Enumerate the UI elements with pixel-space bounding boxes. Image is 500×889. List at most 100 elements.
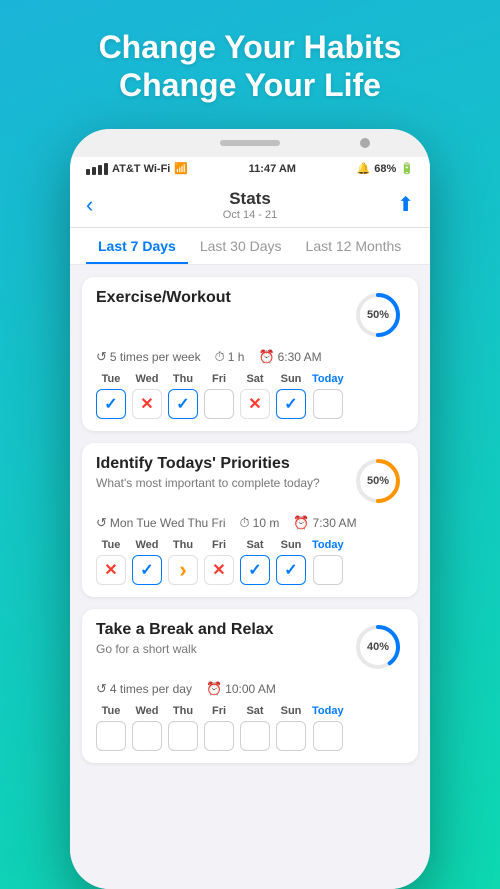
day-check-2-4[interactable] [240,721,270,751]
day-check-2-5[interactable] [276,721,306,751]
day-label-0-2: Thu [173,373,193,385]
day-col-2-3: Fri [204,705,234,751]
meta-item-2-0: ↺4 times per day [96,681,192,697]
meta-text-0-2: 6:30 AM [278,350,322,364]
day-check-0-6[interactable] [313,389,343,419]
meta-text-0-1: 1 h [228,350,245,364]
donut-label-2: 40% [367,641,389,653]
tab-last-30-days[interactable]: Last 30 Days [188,228,294,264]
status-bar: AT&T Wi-Fi 📶 11:47 AM 🔔 68% 🔋 [70,157,430,181]
day-check-0-2[interactable]: ✓ [168,389,198,419]
day-check-0-3[interactable] [204,389,234,419]
phone-top-bar [70,129,430,157]
days-row-1: Tue✕Wed✓Thu›Fri✕Sat✓Sun✓Today [96,539,404,585]
day-label-0-6: Today [312,373,344,385]
day-check-1-1[interactable]: ✓ [132,555,162,585]
meta-text-2-1: 10:00 AM [225,682,276,696]
tabs-row: Last 7 DaysLast 30 DaysLast 12 Months [70,228,430,265]
day-label-0-1: Wed [135,373,158,385]
nav-title-sub: Oct 14 - 21 [223,209,277,221]
nav-title-block: Stats Oct 14 - 21 [223,189,277,221]
day-col-0-4: Sat ✕ [240,373,270,419]
day-label-2-4: Sat [246,705,263,717]
meta-item-0-1: ⏱1 h [215,349,245,365]
day-col-2-2: Thu [168,705,198,751]
day-check-2-1[interactable] [132,721,162,751]
meta-text-1-0: Mon Tue Wed Thu Fri [110,516,226,530]
habit-title-0: Exercise/Workout [96,289,231,307]
day-check-2-6[interactable] [313,721,343,751]
day-check-1-3[interactable]: ✕ [204,555,234,585]
back-button[interactable]: ‹ [86,192,116,218]
tab-last-7-days[interactable]: Last 7 Days [86,228,188,264]
day-check-0-1[interactable]: ✕ [132,389,162,419]
habit-header-0: Exercise/Workout 50% [96,289,404,341]
day-label-0-3: Fri [212,373,226,385]
meta-item-0-2: ⏰6:30 AM [258,349,321,365]
habit-card-0: Exercise/Workout 50% ↺5 times per week ⏱1… [82,277,418,431]
day-col-2-0: Tue [96,705,126,751]
habit-donut-2: 40% [352,621,404,673]
hero-section: Change Your Habits Change Your Life [99,0,402,129]
donut-label-0: 50% [367,309,389,321]
meta-text-1-2: 7:30 AM [313,516,357,530]
phone-speaker [220,140,280,146]
habit-donut-1: 50% [352,455,404,507]
day-label-0-4: Sat [246,373,263,385]
day-col-1-1: Wed ✓ [132,539,162,585]
alarm-icon: 🔔 [357,162,371,175]
habit-card-1: Identify Todays' PrioritiesWhat's most i… [82,443,418,597]
day-col-2-1: Wed [132,705,162,751]
content-area: Exercise/Workout 50% ↺5 times per week⏱1… [70,265,430,889]
day-check-1-6[interactable] [313,555,343,585]
day-col-1-4: Sat✓ [240,539,270,585]
day-check-2-2[interactable] [168,721,198,751]
day-label-2-1: Wed [135,705,158,717]
meta-item-2-1: ⏰10:00 AM [206,681,276,697]
days-row-0: Tue ✓ Wed ✕ Thu ✓ Fri Sat ✕ Sun ✓ Today [96,373,404,419]
day-check-0-4[interactable]: ✕ [240,389,270,419]
day-check-1-2[interactable]: › [168,555,198,585]
habit-title-1: Identify Todays' Priorities [96,455,320,473]
habit-donut-0: 50% [352,289,404,341]
day-label-2-2: Thu [173,705,193,717]
tab-last-12-months[interactable]: Last 12 Months [294,228,414,264]
habit-title-2: Take a Break and Relax [96,621,274,639]
day-check-1-4[interactable]: ✓ [240,555,270,585]
day-col-1-0: Tue✕ [96,539,126,585]
day-col-2-5: Sun [276,705,306,751]
meta-text-0-0: 5 times per week [110,350,201,364]
status-left: AT&T Wi-Fi 📶 [86,162,188,175]
day-col-0-3: Fri [204,373,234,419]
day-check-0-5[interactable]: ✓ [276,389,306,419]
day-col-1-3: Fri✕ [204,539,234,585]
meta-item-1-2: ⏰7:30 AM [293,515,356,531]
habit-header-1: Identify Todays' PrioritiesWhat's most i… [96,455,404,507]
share-button[interactable]: ⬆ [384,192,414,217]
day-check-1-0[interactable]: ✕ [96,555,126,585]
battery-label: 68% [374,163,396,175]
meta-icon-2-1: ⏰ [206,681,222,697]
day-label-0-0: Tue [102,373,121,385]
meta-icon-0-0: ↺ [96,349,107,365]
meta-icon-1-0: ↺ [96,515,107,531]
meta-item-0-0: ↺5 times per week [96,349,201,365]
day-check-0-0[interactable]: ✓ [96,389,126,419]
day-label-1-1: Wed [135,539,158,551]
day-label-2-6: Today [312,705,344,717]
day-col-1-6: Today [312,539,344,585]
day-col-0-0: Tue ✓ [96,373,126,419]
habit-header-2: Take a Break and Relax Go for a short wal… [96,621,404,673]
day-label-2-5: Sun [281,705,302,717]
hero-line1: Change Your Habits [99,28,402,66]
habit-meta-2: ↺4 times per day ⏰10:00 AM [96,681,404,697]
day-label-0-5: Sun [281,373,302,385]
day-check-2-3[interactable] [204,721,234,751]
habit-subtitle-2: Go for a short walk [96,641,274,658]
meta-icon-0-1: ⏱ [215,349,225,365]
signal-dots [86,163,108,175]
day-check-1-5[interactable]: ✓ [276,555,306,585]
day-check-2-0[interactable] [96,721,126,751]
day-label-1-2: Thu [173,539,193,551]
day-label-2-3: Fri [212,705,226,717]
